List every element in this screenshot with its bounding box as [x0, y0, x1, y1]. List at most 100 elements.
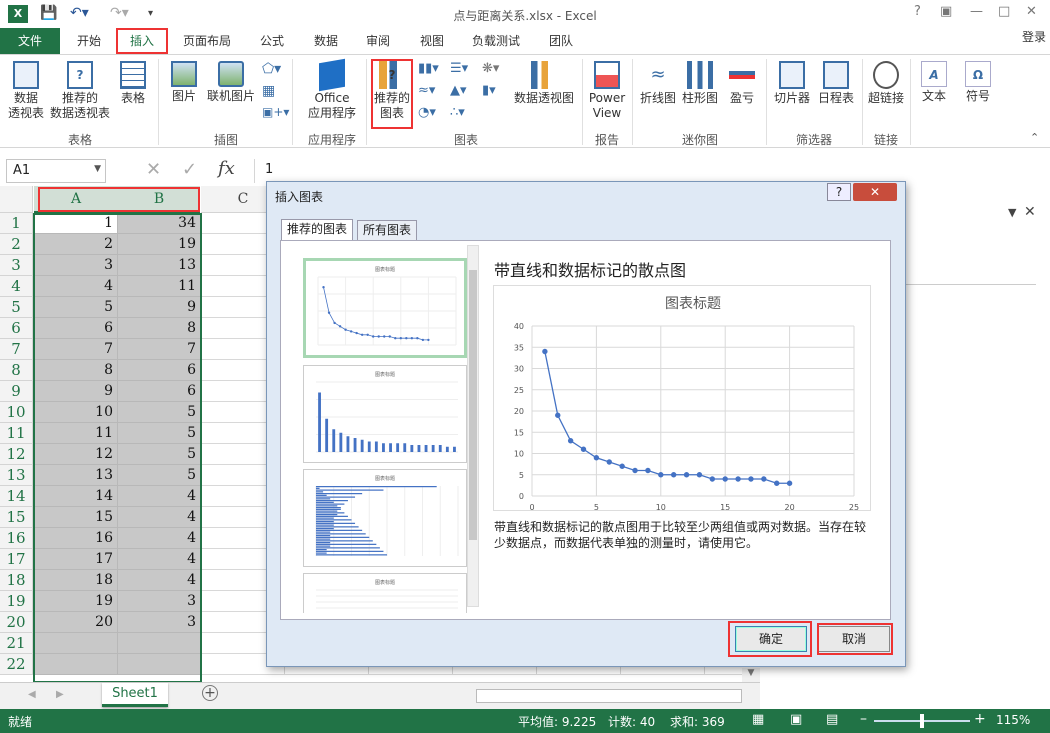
hyperlink-button[interactable]: 超链接 [866, 61, 906, 106]
row-header[interactable]: 13 [0, 465, 33, 486]
row-header[interactable]: 12 [0, 444, 33, 465]
tab-team[interactable]: 团队 [540, 28, 582, 54]
zoom-in-icon[interactable]: + [974, 711, 986, 727]
add-sheet-icon[interactable]: + [202, 685, 218, 701]
tab-formulas[interactable]: 公式 [252, 28, 292, 54]
office-apps-button[interactable]: Office 应用程序 [300, 58, 364, 121]
dialog-close-button[interactable]: ✕ [853, 183, 897, 201]
row-header[interactable]: 9 [0, 381, 33, 402]
row-header[interactable]: 22 [0, 654, 33, 675]
collapse-ribbon-icon[interactable]: ⌃ [1030, 131, 1039, 144]
thumb-scrollbar[interactable] [467, 245, 479, 607]
select-all-corner[interactable] [0, 186, 33, 213]
tab-data[interactable]: 数据 [306, 28, 346, 54]
thumb-column[interactable]: 图表标题 [303, 365, 467, 463]
scatter-chart-icon[interactable]: ∴▾ [450, 105, 465, 120]
thumb-bar-a [316, 498, 331, 500]
area-chart-icon[interactable]: ▲▾ [450, 83, 467, 98]
thumb-scatter-lines[interactable]: 图表标题 [303, 258, 467, 358]
ribbon: 数据 透视表 ? 推荐的 数据透视表 表格 表格 图片 联机图片 ⬠▾ ▦ ▣+… [0, 54, 1050, 148]
row-header[interactable]: 10 [0, 402, 33, 423]
name-box[interactable]: A1 ▼ [6, 159, 106, 183]
sparkline-column-button[interactable]: 柱形图 [680, 61, 720, 106]
pane-options-icon[interactable]: ▼ [1008, 206, 1016, 219]
combo-chart-icon[interactable]: ▮▾ [482, 83, 496, 98]
row-header[interactable]: 8 [0, 360, 33, 381]
tab-load-test[interactable]: 负载测试 [464, 28, 528, 54]
recommended-pivot-button[interactable]: ? 推荐的 数据透视表 [50, 61, 110, 121]
zoom-out-icon[interactable]: – [860, 711, 867, 727]
cancel-formula-icon[interactable]: ✕ [146, 159, 161, 180]
row-header[interactable]: 18 [0, 570, 33, 591]
separator [862, 59, 863, 145]
insert-function-icon[interactable]: fx [218, 158, 235, 179]
row-header[interactable]: 20 [0, 612, 33, 633]
row-header[interactable]: 14 [0, 486, 33, 507]
line-chart-icon[interactable]: ≈▾ [418, 83, 435, 98]
symbol-button[interactable]: Ω 符号 [960, 61, 996, 104]
pivot-chart-button[interactable]: 数据透视图 [512, 61, 576, 106]
pivot-table-button[interactable]: 数据 透视表 [6, 61, 46, 121]
formula-input[interactable]: 1 [254, 159, 1044, 183]
sparkline-winloss-button[interactable]: 盈亏 [724, 61, 760, 106]
vertical-scrollbar[interactable]: ▼ [742, 668, 760, 682]
zoom-level[interactable]: 115% [996, 713, 1030, 727]
tab-review[interactable]: 审阅 [358, 28, 398, 54]
help-button[interactable]: ? [914, 4, 921, 19]
tab-page-layout[interactable]: 页面布局 [176, 28, 238, 54]
page-break-view-icon[interactable]: ▤ [826, 712, 838, 727]
maximize-icon[interactable]: □ [998, 4, 1010, 19]
row-header[interactable]: 21 [0, 633, 33, 654]
row-header[interactable]: 11 [0, 423, 33, 444]
row-header[interactable]: 3 [0, 255, 33, 276]
scroll-left-icon[interactable]: ◀ [28, 689, 36, 700]
tab-recommended-charts[interactable]: 推荐的图表 [281, 219, 354, 241]
minimize-icon[interactable]: — [970, 4, 983, 19]
pie-chart-icon[interactable]: ◔▾ [418, 105, 436, 120]
row-header[interactable]: 5 [0, 297, 33, 318]
row-header[interactable]: 4 [0, 276, 33, 297]
table-button[interactable]: 表格 [116, 61, 150, 106]
tab-insert[interactable]: 插入 [116, 28, 168, 54]
confirm-formula-icon[interactable]: ✓ [182, 159, 197, 180]
bar-chart-icon[interactable]: ☰▾ [450, 61, 468, 76]
sparkline-line-button[interactable]: ≈ 折线图 [638, 61, 678, 106]
power-view-button[interactable]: Power View [586, 61, 628, 121]
column-chart-icon[interactable]: ▮▮▾ [418, 61, 439, 76]
row-header[interactable]: 17 [0, 549, 33, 570]
scroll-thumb[interactable] [469, 270, 477, 540]
radar-chart-icon[interactable]: ❋▾ [482, 61, 499, 76]
online-picture-button[interactable]: 联机图片 [204, 61, 258, 104]
close-icon[interactable]: ✕ [1026, 4, 1037, 19]
slicer-button[interactable]: 切片器 [772, 61, 812, 106]
smartart-icon[interactable]: ▦ [262, 83, 275, 99]
scroll-right-icon[interactable]: ▶ [56, 689, 64, 700]
screenshot-icon[interactable]: ▣+▾ [262, 105, 289, 119]
timeline-button[interactable]: 日程表 [814, 61, 858, 106]
sheet-tab-sheet1[interactable]: Sheet1 [102, 683, 168, 707]
row-header[interactable]: 7 [0, 339, 33, 360]
ribbon-display-icon[interactable]: ▣ [940, 4, 952, 19]
thumb-bar[interactable]: 图表标题 [303, 469, 467, 567]
picture-button[interactable]: 图片 [166, 61, 202, 104]
row-header[interactable]: 1 [0, 213, 33, 234]
thumb-scatter[interactable]: 图表标题 [303, 573, 467, 613]
pane-close-icon[interactable]: ✕ [1024, 204, 1036, 220]
row-header[interactable]: 15 [0, 507, 33, 528]
dialog-help-button[interactable]: ? [827, 183, 851, 201]
tab-all-charts[interactable]: 所有图表 [357, 220, 418, 240]
zoom-slider-thumb[interactable] [920, 714, 924, 728]
row-header[interactable]: 2 [0, 234, 33, 255]
tab-view[interactable]: 视图 [412, 28, 452, 54]
horizontal-scrollbar[interactable] [476, 689, 742, 703]
row-header[interactable]: 6 [0, 318, 33, 339]
shapes-icon[interactable]: ⬠▾ [262, 61, 281, 77]
tab-home[interactable]: 开始 [68, 28, 110, 54]
page-layout-view-icon[interactable]: ▣ [790, 712, 802, 727]
normal-view-icon[interactable]: ▦ [752, 712, 764, 727]
row-header[interactable]: 19 [0, 591, 33, 612]
text-button[interactable]: A 文本 [916, 61, 952, 104]
tab-file[interactable]: 文件 [0, 28, 60, 54]
login-link[interactable]: 登录 [1018, 24, 1050, 50]
row-header[interactable]: 16 [0, 528, 33, 549]
